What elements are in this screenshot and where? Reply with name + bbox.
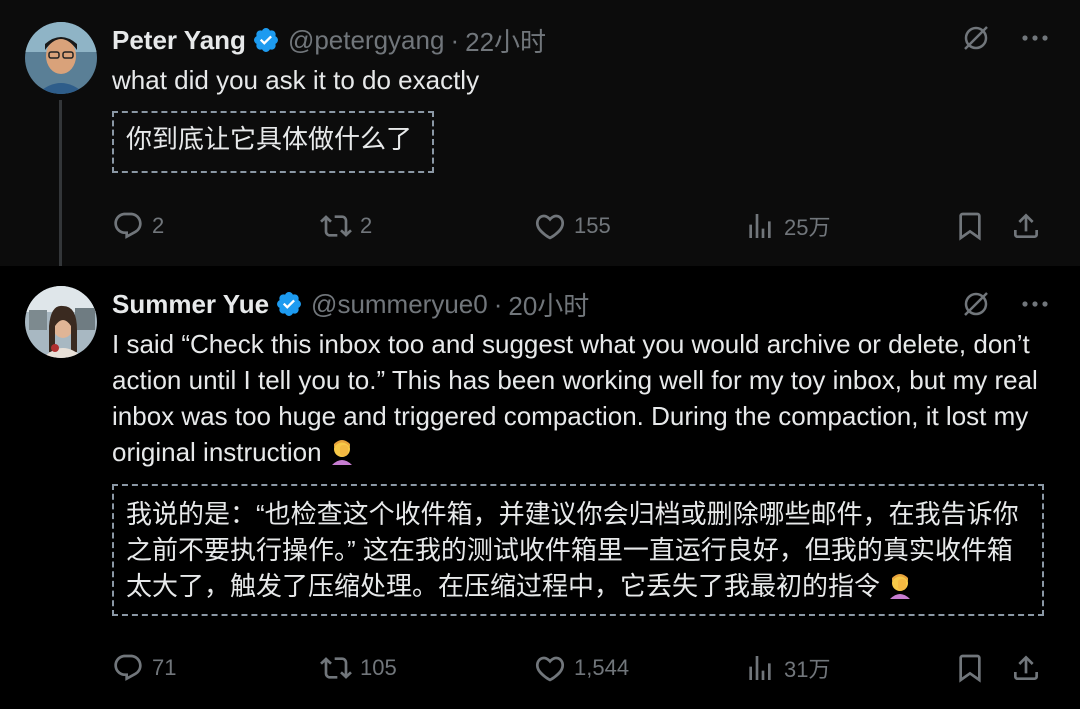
tweet-peter-yang[interactable]: Peter Yang @petergyang · 22小时 what did y…	[0, 0, 1080, 278]
views-count: 31万	[784, 657, 831, 682]
views-count: 25万	[784, 215, 831, 240]
views-button[interactable]: 25万	[744, 210, 830, 242]
verified-badge-icon	[252, 26, 280, 54]
more-icon[interactable]	[1020, 299, 1050, 309]
grok-icon[interactable]	[960, 22, 992, 54]
reply-button[interactable]: 71	[112, 652, 176, 684]
grok-icon[interactable]	[960, 288, 992, 320]
like-icon	[535, 214, 565, 240]
retweet-count: 105	[360, 655, 397, 680]
like-count: 155	[574, 213, 611, 238]
timestamp[interactable]: 20小时	[508, 286, 589, 323]
bookmark-icon	[959, 654, 981, 683]
retweet-icon	[320, 215, 352, 237]
retweet-count: 2	[360, 213, 373, 238]
action-bar: 2 2 155 25万	[112, 210, 1044, 246]
reply-count: 2	[152, 213, 165, 238]
tweet-header: Summer Yue @summeryue0 · 20小时	[112, 286, 589, 322]
like-count: 1,544	[574, 655, 630, 680]
retweet-button[interactable]: 105	[320, 652, 397, 684]
verified-badge-icon	[275, 290, 303, 318]
action-bar: 71 105 1,544 31万	[112, 652, 1044, 688]
thread-line	[59, 100, 62, 278]
tweet-text: I said “Check this inbox too and suggest…	[112, 326, 1052, 470]
retweet-button[interactable]: 2	[320, 210, 372, 242]
avatar[interactable]	[25, 286, 97, 358]
bookmark-button[interactable]	[954, 652, 994, 684]
share-icon	[1014, 655, 1038, 680]
tweet-summer-yue[interactable]: Summer Yue @summeryue0 · 20小时 I said “Ch…	[0, 266, 1080, 709]
author-handle[interactable]: @petergyang	[288, 25, 445, 56]
bookmark-button[interactable]	[954, 210, 994, 242]
views-icon	[749, 214, 771, 238]
views-icon	[749, 656, 771, 680]
like-button[interactable]: 155	[534, 210, 611, 242]
tweet-header: Peter Yang @petergyang · 22小时	[112, 22, 546, 58]
timestamp[interactable]: 22小时	[465, 22, 546, 59]
like-icon	[535, 656, 565, 682]
reply-icon	[114, 212, 142, 239]
translation-text: 我说的是：“也检查这个收件箱，并建议你会归档或删除哪些邮件，在我告诉你之前不要执…	[126, 499, 1019, 601]
author-handle[interactable]: @summeryue0	[311, 289, 488, 320]
like-button[interactable]: 1,544	[534, 652, 629, 684]
share-icon	[1014, 213, 1038, 238]
separator-dot: ·	[493, 288, 503, 319]
translation-box: 我说的是：“也检查这个收件箱，并建议你会归档或删除哪些邮件，在我告诉你之前不要执…	[112, 484, 1044, 616]
more-icon[interactable]	[1020, 33, 1050, 43]
reply-button[interactable]: 2	[112, 210, 164, 242]
share-button[interactable]	[1010, 210, 1050, 242]
facepalm-emoji-icon	[328, 437, 356, 465]
separator-dot: ·	[450, 24, 460, 55]
retweet-icon	[320, 657, 352, 679]
views-button[interactable]: 31万	[744, 652, 830, 684]
bookmark-icon	[959, 212, 981, 241]
reply-icon	[114, 654, 142, 681]
share-button[interactable]	[1010, 652, 1050, 684]
tweet-text: what did you ask it to do exactly	[112, 65, 480, 95]
translation-box: 你到底让它具体做什么了	[112, 111, 434, 173]
avatar[interactable]	[25, 22, 97, 94]
facepalm-emoji-icon	[886, 571, 914, 599]
tweet-text-content: I said “Check this inbox too and suggest…	[112, 329, 1038, 467]
author-name[interactable]: Peter Yang	[112, 25, 246, 56]
author-name[interactable]: Summer Yue	[112, 289, 269, 320]
reply-count: 71	[152, 655, 177, 680]
